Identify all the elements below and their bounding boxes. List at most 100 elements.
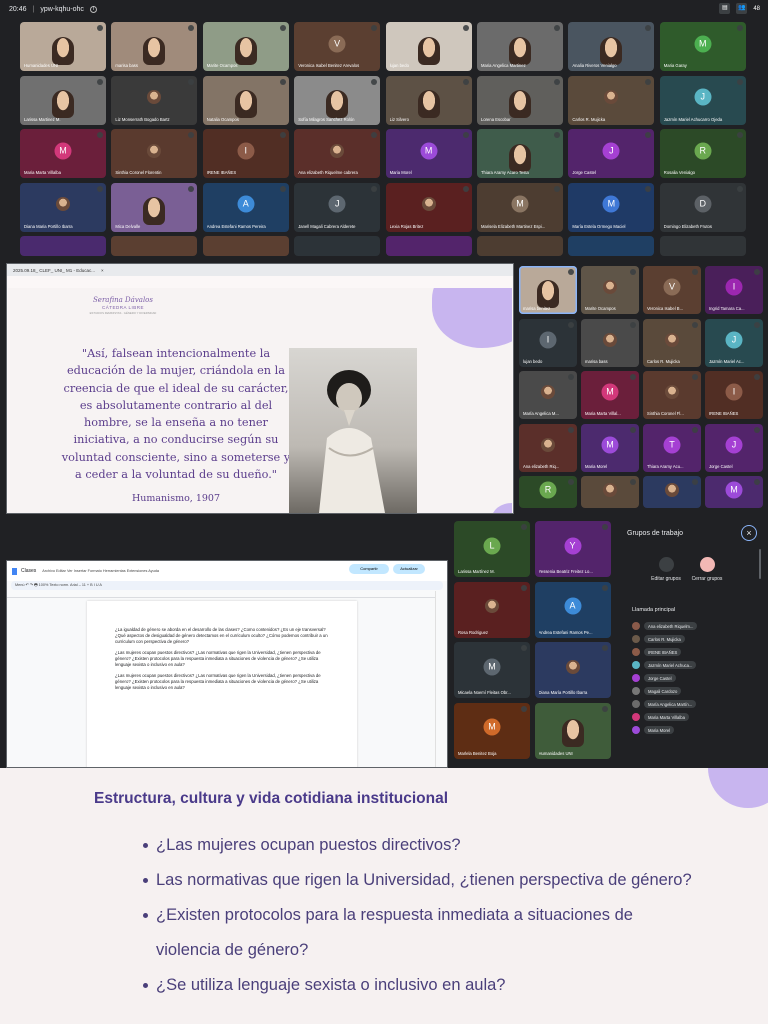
- participant-tile[interactable]: M Maria Marta Villalba: [20, 129, 106, 178]
- participant-tile[interactable]: M Marlela Benitez Boja: [454, 702, 530, 759]
- participant-avatar: [632, 713, 640, 721]
- participant-tile[interactable]: Natalia Ocampos: [202, 75, 289, 125]
- mic-off-icon: [188, 25, 195, 31]
- participant-tile[interactable]: Carlos R. Mujicka: [568, 75, 655, 125]
- participant-photo: [565, 659, 580, 674]
- people-icon[interactable]: 👥: [736, 3, 748, 14]
- participant-tile[interactable]: M Maria Garay: [659, 22, 746, 71]
- participant-photo: [485, 599, 499, 614]
- close-tab-icon[interactable]: ×: [101, 268, 104, 273]
- edit-groups-button[interactable]: Editar grupos: [646, 557, 686, 582]
- participant-avatar: V: [328, 35, 346, 53]
- main-call-participant[interactable]: Jazmín Mariel Achuca...: [632, 660, 752, 670]
- participant-tile[interactable]: marisa benitez: [519, 266, 577, 314]
- participant-tile[interactable]: Marite Ocampos: [581, 266, 639, 314]
- participant-tile[interactable]: M: [705, 476, 763, 508]
- participant-tile[interactable]: M Maria Marta Villal...: [581, 371, 639, 419]
- participant-tile[interactable]: Larissa Martinez M.: [20, 75, 106, 125]
- participant-tile[interactable]: marisa bass: [581, 318, 639, 367]
- participant-tile[interactable]: Rosa Rodriguez: [454, 581, 530, 638]
- participant-tile[interactable]: M María Estela Ormego Maciel: [568, 182, 655, 232]
- participant-tile[interactable]: Liz Silvero: [385, 75, 472, 125]
- participant-tile[interactable]: J Jorge Castel: [568, 129, 655, 178]
- mic-off-icon: [554, 132, 560, 138]
- participant-tile[interactable]: Thiara Aramy Acaro Testa: [477, 129, 563, 178]
- participant-tile[interactable]: L Larissa Martínez M.: [454, 521, 530, 577]
- participant-tile[interactable]: M Maria Morel: [385, 129, 472, 178]
- participant-tile[interactable]: Diana Maria Portillo Ibarra: [20, 182, 106, 232]
- participant-video: [417, 36, 440, 65]
- close-panel-button[interactable]: ×: [741, 525, 757, 541]
- participant-tile[interactable]: R: [519, 476, 577, 508]
- participant-tile[interactable]: [643, 476, 701, 508]
- participant-tile[interactable]: Lexia Rojas Britez: [385, 182, 472, 232]
- participant-tile[interactable]: María Angelica M...: [519, 371, 577, 419]
- participant-tile[interactable]: Analia Riveros Venialgo: [568, 22, 655, 71]
- participant-tile[interactable]: I IRENE IBAÑES: [705, 371, 763, 419]
- participant-tile[interactable]: Carlos R. Mujicka: [643, 318, 701, 367]
- participant-tile[interactable]: J Janell Magali Cabrera Alderete: [294, 182, 381, 232]
- participant-tile[interactable]: J Jazmín Mariel Achucarro Ojeda: [659, 75, 746, 125]
- participant-tile[interactable]: [581, 476, 639, 508]
- participant-tile[interactable]: V Veronica Isabel B...: [643, 266, 701, 314]
- participant-avatar: M: [725, 481, 743, 499]
- info-icon[interactable]: i: [89, 5, 97, 13]
- participant-name: Marisela Elizabeth Martinez Espi...: [481, 223, 546, 229]
- participant-tile[interactable]: Marite Ocampos: [202, 22, 289, 71]
- participant-tile[interactable]: Sinthia Coronel Florentin: [111, 129, 198, 178]
- doc-page[interactable]: ¿La igualdad de género se aborda en el d…: [87, 601, 357, 767]
- participant-tile[interactable]: M Micaela Noemí Fleitas Obr...: [454, 642, 530, 698]
- main-call-participant[interactable]: Ana elizabeth Riquelm...: [632, 621, 752, 631]
- panel-title: Grupos de trabajo: [627, 530, 684, 537]
- close-groups-button[interactable]: Cerrar grupos: [687, 557, 727, 582]
- participant-tile[interactable]: M Maria Morel: [581, 423, 639, 472]
- share-button[interactable]: Compartir: [349, 564, 389, 574]
- participant-name: lujan bedo: [389, 63, 409, 68]
- doc-menu-bar[interactable]: Archivo Editar Ver Insertar Formato Herr…: [42, 569, 159, 573]
- doc-title[interactable]: Clases: [21, 568, 36, 574]
- participant-tile[interactable]: I Ingrid Tamara Ca...: [705, 266, 763, 314]
- participant-tile[interactable]: R Rosalia Venialgo: [659, 129, 746, 178]
- participant-tile[interactable]: Liz Monserrath Bogado Bartz: [111, 75, 198, 125]
- participant-tile[interactable]: Sinthia Coronel Fl...: [643, 371, 701, 419]
- participant-tile[interactable]: Lorena Escobar: [477, 75, 563, 125]
- participant-tile[interactable]: I IRENE IBAÑES: [202, 129, 289, 178]
- participant-tile[interactable]: T Thiara Aramy Acu...: [643, 423, 701, 472]
- panel-scrollbar[interactable]: [759, 549, 761, 579]
- participant-tile[interactable]: Humanidades UNI: [20, 22, 106, 71]
- participant-tile[interactable]: Maria Angelica Martinez: [477, 22, 563, 71]
- participant-tile[interactable]: Ilujan bedo: [519, 318, 577, 367]
- main-call-participant[interactable]: IRENE IBAÑES: [632, 647, 752, 657]
- participant-tile[interactable]: J Jorge Castel: [705, 423, 763, 472]
- participant-tile[interactable]: Y Yessenia Beatriz Freitez Lo...: [534, 521, 611, 577]
- participant-tile[interactable]: V Veronica Isabel Benitez Arevalos: [294, 22, 381, 71]
- participant-tile[interactable]: Ana elizabeth Riq...: [519, 423, 577, 472]
- participant-tile[interactable]: Sofía Milagros Sanchez Rolón: [294, 75, 381, 125]
- main-call-participant[interactable]: Maria Morel: [632, 725, 752, 735]
- host-controls-icon[interactable]: ▤: [719, 3, 731, 14]
- doc-toolbar[interactable]: Menú ↶ ↷ 🖶 100% Texto norm. Arial – 11 +…: [11, 581, 443, 590]
- participant-tile[interactable]: M Marisela Elizabeth Martinez Espi...: [477, 182, 563, 232]
- participant-name: Liz Monserrath Bogado Bartz: [115, 116, 170, 122]
- participant-tile[interactable]: lujan bedo: [385, 22, 472, 71]
- participant-tile[interactable]: J Jazmín Mariel Ac...: [705, 318, 763, 367]
- main-call-participant[interactable]: Jorge Castel: [632, 673, 752, 683]
- participant-tile[interactable]: Ana elizabeth Riquelme cabrera: [294, 129, 381, 178]
- participant-tile[interactable]: A Andrea Estefani Ramos Pereira: [202, 182, 289, 232]
- participant-tile[interactable]: Mica Delvalle: [111, 182, 198, 232]
- participant-tile[interactable]: D Domingo Elizabeth Frutos: [659, 182, 746, 232]
- main-call-participant[interactable]: Magali Cardozo: [632, 686, 752, 696]
- participant-name: Liz Silvero: [389, 116, 409, 122]
- participant-tile[interactable]: Diana María Portillo Ibarra: [534, 642, 611, 698]
- main-call-participant[interactable]: Carlos R. Mujicka: [632, 634, 752, 644]
- window-tab[interactable]: 2025.09.18_ CLEF_ UNI_ M1 - Educac... ×: [7, 264, 513, 276]
- update-button[interactable]: Actualizar: [393, 564, 425, 574]
- participant-video: [600, 36, 623, 65]
- doc-paragraph: ¿Las mujeres ocupan puestos directivos? …: [115, 673, 321, 690]
- participant-tile[interactable]: A Andrea Estefani Ramos Pe...: [534, 581, 611, 638]
- main-call-participant[interactable]: María Angelica Martín...: [632, 699, 752, 709]
- mic-off-icon: [630, 374, 636, 380]
- participant-tile[interactable]: Humanidades UNI: [534, 702, 611, 759]
- participant-tile[interactable]: marisa bass: [111, 22, 198, 71]
- main-call-participant[interactable]: Maria Marta Villalba: [632, 712, 752, 722]
